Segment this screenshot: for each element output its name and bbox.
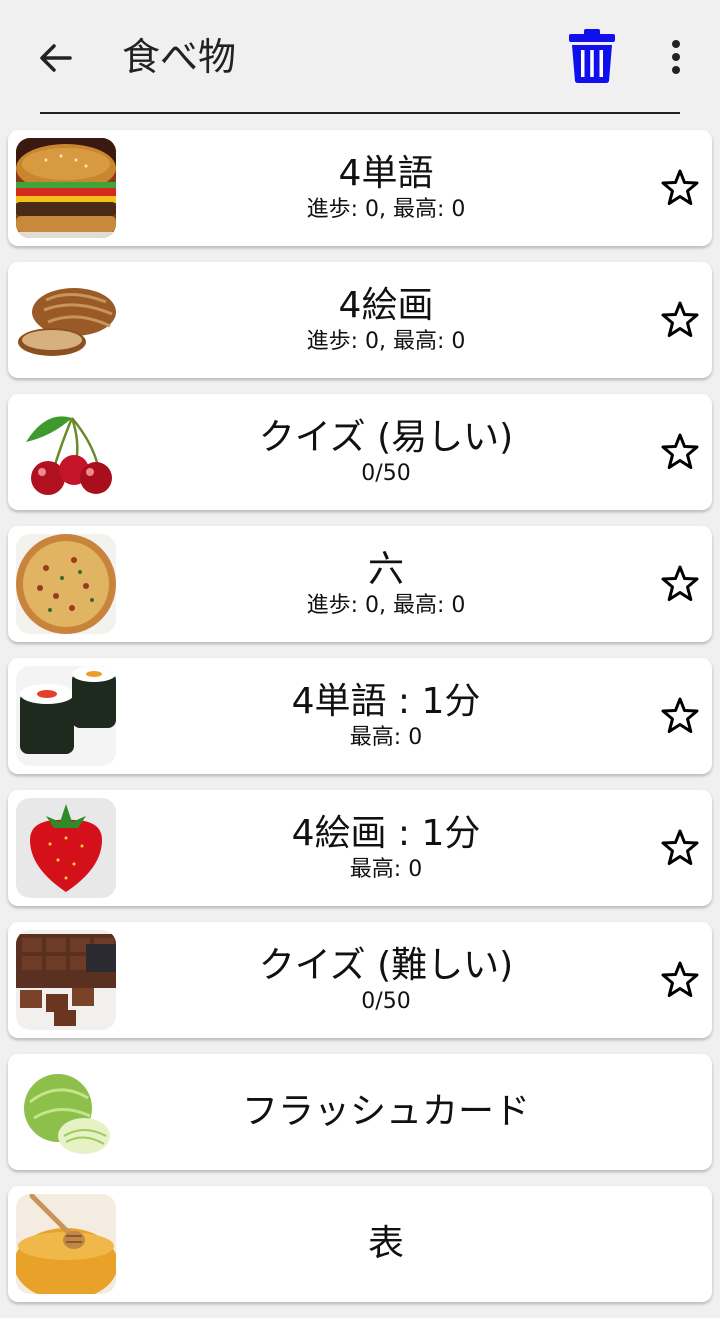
list-item-4-pictures[interactable]: 4絵画 進歩: 0, 最高: 0 (8, 262, 712, 378)
strawberry-image (16, 798, 116, 898)
delete-button[interactable] (562, 24, 622, 88)
favorite-button[interactable] (658, 958, 702, 1002)
star-outline-icon (661, 565, 699, 601)
list-item-six[interactable]: 六 進歩: 0, 最高: 0 (8, 526, 712, 642)
item-title: 表 (367, 1223, 404, 1264)
favorite-button[interactable] (658, 166, 702, 210)
star-outline-icon (661, 829, 699, 865)
item-title: 六 (367, 549, 404, 590)
star-outline-icon (661, 169, 699, 205)
favorite-button[interactable] (658, 694, 702, 738)
item-title: クイズ (難しい) (258, 945, 514, 986)
star-outline-icon (661, 433, 699, 469)
list-item-quiz-hard[interactable]: クイズ (難しい) 0/50 (8, 922, 712, 1038)
item-subtitle: 0/50 (361, 989, 411, 1014)
back-arrow-icon (40, 44, 72, 72)
app-bar: 食べ物 (0, 0, 720, 116)
item-title: 4絵画 : 1分 (291, 813, 481, 854)
cabbage-image (16, 1062, 116, 1162)
bread-image (16, 270, 116, 370)
item-title: フラッシュカード (241, 1091, 530, 1132)
item-subtitle: 最高: 0 (349, 725, 423, 750)
item-subtitle: 0/50 (361, 461, 411, 486)
back-button[interactable] (28, 30, 84, 86)
pizza-image (16, 534, 116, 634)
favorite-button[interactable] (658, 430, 702, 474)
item-title: 4単語 (338, 153, 434, 194)
star-outline-icon (661, 301, 699, 337)
item-title: クイズ (易しい) (258, 417, 514, 458)
list-item-flashcards[interactable]: フラッシュカード (8, 1054, 712, 1170)
list-item-4-words-1min[interactable]: 4単語 : 1分 最高: 0 (8, 658, 712, 774)
honey-image (16, 1194, 116, 1294)
star-outline-icon (661, 961, 699, 997)
cherries-image (16, 402, 116, 502)
list-item-quiz-easy[interactable]: クイズ (易しい) 0/50 (8, 394, 712, 510)
hamburger-image (16, 138, 116, 238)
item-subtitle: 進歩: 0, 最高: 0 (306, 197, 466, 222)
item-subtitle: 進歩: 0, 最高: 0 (306, 329, 466, 354)
overflow-menu-button[interactable] (656, 32, 696, 82)
list-item-4-words[interactable]: 4単語 進歩: 0, 最高: 0 (8, 130, 712, 246)
item-subtitle: 最高: 0 (349, 857, 423, 882)
list-item-table[interactable]: 表 (8, 1186, 712, 1302)
page-title: 食べ物 (122, 35, 237, 79)
star-outline-icon (661, 697, 699, 733)
item-title: 4絵画 (338, 285, 434, 326)
favorite-button[interactable] (658, 826, 702, 870)
list-item-4-pictures-1min[interactable]: 4絵画 : 1分 最高: 0 (8, 790, 712, 906)
favorite-button[interactable] (658, 562, 702, 606)
sushi-image (16, 666, 116, 766)
favorite-button[interactable] (658, 298, 702, 342)
item-title: 4単語 : 1分 (291, 681, 481, 722)
more-vert-icon (672, 40, 680, 74)
trash-icon (569, 29, 615, 83)
item-subtitle: 進歩: 0, 最高: 0 (306, 593, 466, 618)
header-divider (40, 112, 680, 114)
menu-list: 4単語 進歩: 0, 最高: 0 4絵画 進歩: 0, 最高: 0 クイズ (易… (8, 130, 712, 1318)
chocolate-image (16, 930, 116, 1030)
